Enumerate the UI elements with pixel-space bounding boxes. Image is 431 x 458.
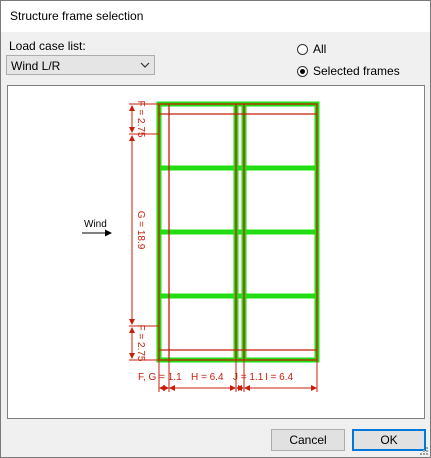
radio-all-circle[interactable] (297, 43, 308, 55)
radio-selected-dot (300, 68, 305, 74)
load-case-value: Wind L/R (11, 59, 61, 73)
dim-label-fg: F, G = 1.1 (138, 372, 182, 383)
ok-button[interactable]: OK (352, 429, 426, 451)
dialog-title: Structure frame selection (10, 9, 144, 23)
dim-label-i: I = 6.4 (265, 372, 294, 383)
chevron-down-icon (140, 62, 150, 68)
dim-label-h: H = 6.4 (191, 372, 224, 383)
structure-frames[interactable] (156, 101, 320, 363)
dim-label-f-bottom: F = 2.75 (135, 325, 146, 362)
title-bar: Structure frame selection (1, 1, 430, 32)
cancel-button[interactable]: Cancel (271, 429, 345, 451)
radio-all[interactable]: All (297, 42, 326, 56)
dim-label-g: G = 18.9 (135, 211, 146, 250)
dim-label-j: J = 1.1 (233, 372, 264, 383)
wind-label: Wind (84, 219, 107, 230)
frame-drawing[interactable]: F = 2.75 G = 18.9 F = 2.75 F, G = 1.1 H … (8, 86, 424, 418)
load-case-list-label: Load case list: (9, 39, 86, 53)
frame-drawing-canvas[interactable]: F = 2.75 G = 18.9 F = 2.75 F, G = 1.1 H … (7, 85, 425, 419)
radio-selected-frames-circle[interactable] (297, 65, 308, 77)
radio-selected-frames-label: Selected frames (313, 64, 400, 78)
load-case-dropdown[interactable]: Wind L/R (6, 55, 155, 75)
structure-frame-selection-dialog: Structure frame selection Load case list… (0, 0, 431, 458)
radio-all-label: All (313, 42, 327, 56)
dim-label-f-top: F = 2.75 (135, 101, 146, 138)
radio-selected-frames[interactable]: Selected frames (297, 64, 400, 78)
resize-grip-icon[interactable] (418, 445, 428, 455)
